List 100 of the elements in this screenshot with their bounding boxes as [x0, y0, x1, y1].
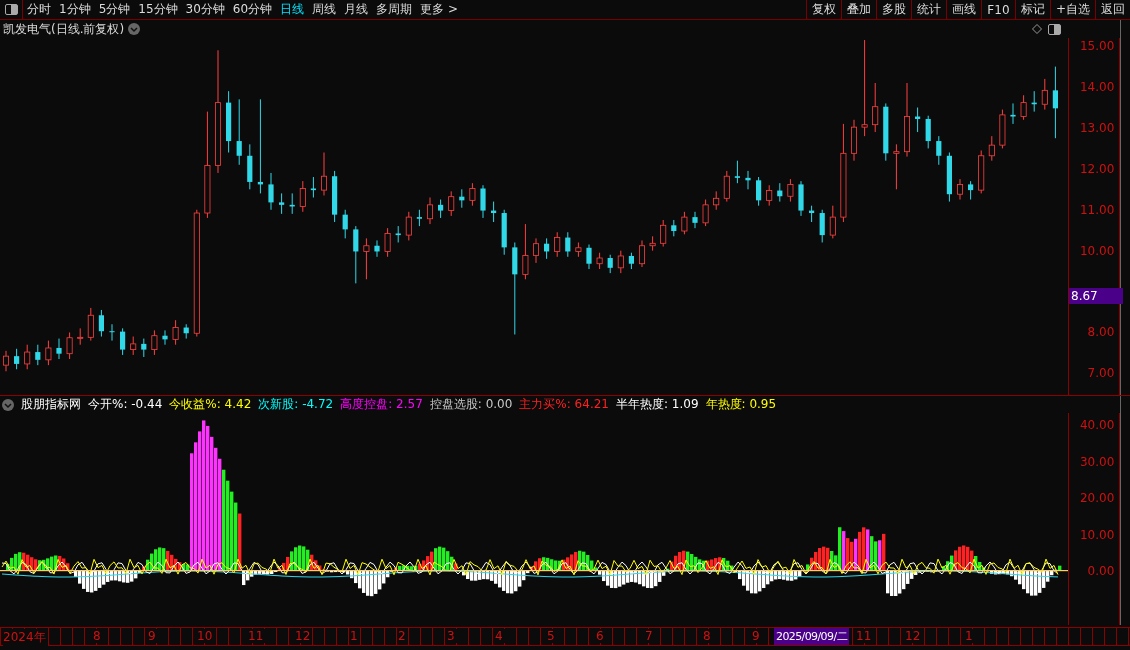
toolbar-button[interactable]: +自选 [1049, 0, 1095, 19]
candle [299, 181, 306, 212]
stock-title: 凯发电气(日线.前复权) [3, 20, 125, 38]
price-tick: 15.00 [1079, 39, 1115, 54]
candle [24, 344, 31, 370]
candle [649, 236, 656, 251]
candle [522, 224, 529, 280]
candle [172, 320, 179, 345]
indicator-value: 年热度: 0.95 [705, 396, 777, 413]
indicator-tick: 40.00 [1079, 418, 1115, 432]
candle [77, 328, 84, 345]
panel-toggle-icon[interactable] [1046, 23, 1062, 35]
indicator-value: 高度控盘: 2.57 [340, 396, 423, 413]
time-label: 9 [148, 629, 158, 643]
candle [617, 250, 624, 274]
dropdown-icon[interactable] [2, 398, 14, 411]
time-label: 8 [703, 629, 713, 643]
toolbar-button[interactable]: 统计 [910, 0, 946, 19]
candle [681, 211, 688, 235]
candle [968, 181, 974, 200]
time-label: 5 [547, 629, 557, 643]
candle [628, 252, 634, 270]
indicator-tick: 20.00 [1079, 491, 1115, 505]
candle [45, 340, 52, 366]
candle [586, 244, 592, 270]
candle [405, 211, 412, 241]
candle [893, 144, 900, 190]
time-label: 11 [856, 629, 874, 643]
period-tab[interactable]: 分时 [23, 0, 55, 19]
candle [130, 336, 137, 355]
price-tick: 11.00 [1079, 202, 1115, 217]
indicator-value: 控盘选股: 0.00 [429, 396, 513, 413]
time-label: 6 [596, 629, 606, 643]
candle [660, 220, 667, 247]
candle [575, 242, 582, 257]
period-tab[interactable]: 5分钟 [94, 0, 135, 19]
indicator-tick: 10.00 [1079, 527, 1115, 542]
candle [723, 170, 730, 202]
candle [353, 226, 359, 284]
candle [480, 185, 486, 218]
period-tab[interactable]: 30分钟 [181, 0, 229, 19]
price-tick: 7.00 [1087, 366, 1115, 381]
candle [999, 109, 1006, 149]
indicator-tick: 0.00 [1087, 564, 1115, 578]
candle [151, 330, 158, 355]
indicator-tick: 30.00 [1079, 454, 1115, 469]
time-label: 8 [93, 629, 103, 643]
candle [978, 150, 985, 194]
period-tab[interactable]: 多周期 [372, 0, 417, 19]
cursor-date: 2025/09/09/二 [774, 628, 849, 645]
toolbar-button[interactable]: 叠加 [840, 0, 876, 19]
price-tick: 14.00 [1079, 80, 1115, 95]
time-label: 9 [752, 629, 762, 643]
candle [925, 115, 931, 149]
candle [798, 181, 804, 216]
indicator-value: 今收益%: 4.42 [169, 396, 252, 413]
toolbar-button[interactable]: 多股 [875, 0, 911, 19]
time-label: 3 [447, 629, 457, 643]
candle [183, 324, 189, 339]
toolbar-button[interactable]: F10 [980, 0, 1015, 19]
candle [883, 103, 889, 161]
candle [1020, 95, 1027, 120]
candle [1041, 78, 1048, 110]
price-tag: 8.67 [1069, 288, 1123, 304]
period-tab[interactable]: 日线 [276, 0, 309, 19]
diamond-icon[interactable] [1032, 24, 1042, 34]
price-tick: 13.00 [1079, 120, 1115, 135]
time-label: 12 [905, 629, 923, 643]
period-tab[interactable]: 月线 [340, 0, 373, 19]
period-tab[interactable]: 60分钟 [228, 0, 277, 19]
candle [384, 228, 391, 257]
candle [639, 240, 645, 267]
candle [596, 252, 603, 270]
dropdown-icon[interactable] [128, 23, 141, 35]
candle [713, 191, 720, 210]
indicator-value: 主力买%: 64.21 [519, 396, 609, 413]
toolbar-button[interactable]: 返回 [1095, 0, 1130, 19]
price-tick: 10.00 [1079, 243, 1115, 258]
candle [120, 328, 126, 355]
period-tab[interactable]: 更多 > [416, 0, 462, 19]
time-label: 4 [495, 629, 505, 643]
candle [988, 136, 995, 161]
period-tab[interactable]: 1分钟 [55, 0, 95, 19]
candle [756, 177, 762, 206]
time-label: 1 [965, 629, 975, 643]
period-tab[interactable]: 15分钟 [134, 0, 182, 19]
time-label: 7 [645, 629, 655, 643]
candle [363, 238, 370, 280]
indicator-value: 半年热度: 1.09 [616, 396, 699, 413]
toolbar-button[interactable]: 复权 [805, 0, 841, 19]
candle [469, 183, 476, 206]
candle [872, 83, 879, 133]
candle [448, 191, 455, 216]
candle [946, 152, 952, 202]
indicator-value: 股朋指标网 [21, 396, 81, 413]
price-tick: 8.00 [1087, 325, 1115, 340]
toolbar-button[interactable]: 画线 [945, 0, 981, 19]
time-label: 2 [398, 629, 408, 643]
period-tab[interactable]: 周线 [308, 0, 341, 19]
toolbar-button[interactable]: 标记 [1014, 0, 1050, 19]
